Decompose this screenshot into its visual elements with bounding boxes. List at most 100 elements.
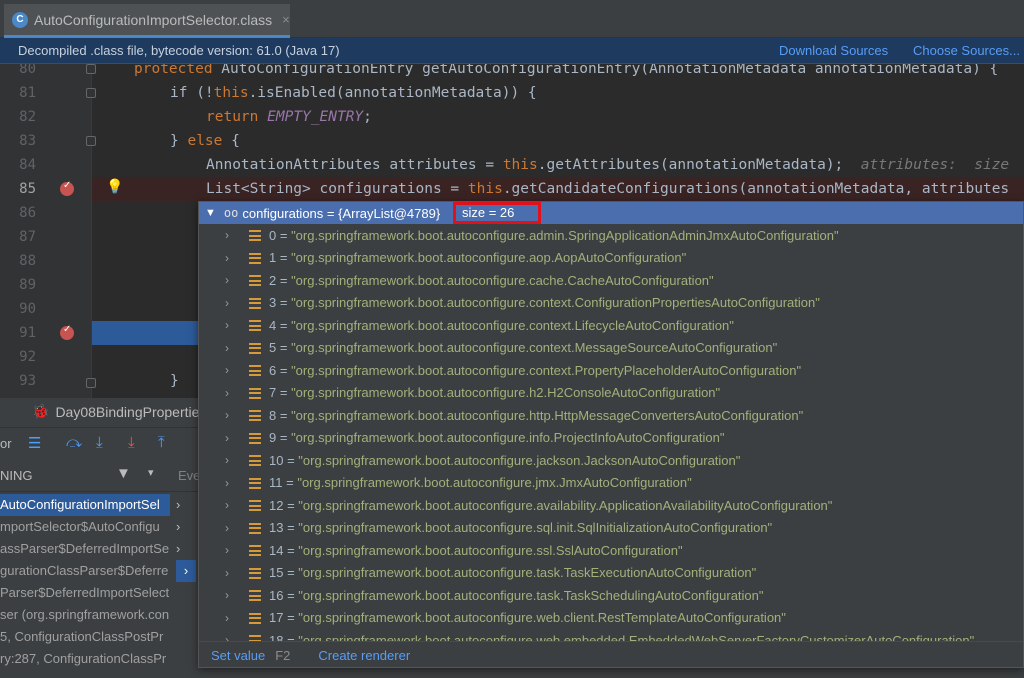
list-item[interactable]: › 14 = "org.springframework.boot.autoconf… [199, 539, 1023, 562]
step-over-icon[interactable]: ⤼ [66, 434, 82, 451]
chevron-right-icon[interactable]: › [225, 386, 229, 400]
item-index: 17 [269, 610, 284, 626]
chevron-right-icon[interactable]: › [176, 494, 196, 516]
chevron-right-icon[interactable]: › [225, 251, 229, 265]
item-value: "org.springframework.boot.autoconfigure.… [291, 430, 725, 446]
stack-frame[interactable]: assParser$DeferredImportSel [0, 538, 170, 560]
item-text: 9 = "org.springframework.boot.autoconfig… [269, 430, 725, 446]
item-value: "org.springframework.boot.autoconfigure.… [298, 542, 683, 558]
tab-debug-session[interactable]: 🐞 Day08BindingProperties [32, 403, 206, 420]
list-item[interactable]: › 11 = "org.springframework.boot.autoconf… [199, 472, 1023, 495]
breakpoint-icon[interactable] [60, 324, 74, 340]
chevron-down-icon[interactable]: ▾ [148, 466, 154, 479]
stack-frame[interactable]: Parser$DeferredImportSelect [0, 582, 170, 604]
item-value: "org.springframework.boot.autoconfigure.… [298, 610, 786, 626]
force-step-into-icon[interactable]: ⤓ [128, 434, 135, 451]
list-item[interactable]: › 1 = "org.springframework.boot.autoconfi… [199, 247, 1023, 270]
chevron-right-icon[interactable]: › [225, 408, 229, 422]
list-item[interactable]: › 12 = "org.springframework.boot.autoconf… [199, 494, 1023, 517]
popup-header-row[interactable]: ▼ oo configurations = {ArrayList@4789} s… [199, 202, 1023, 224]
field-list-icon [249, 612, 261, 624]
stack-frame[interactable]: ry:287, ConfigurationClassPr [0, 648, 170, 670]
item-value: "org.springframework.boot.autoconfigure.… [298, 565, 757, 581]
stack-frame[interactable]: ser (org.springframework.con [0, 604, 170, 626]
list-item[interactable]: › 13 = "org.springframework.boot.autoconf… [199, 517, 1023, 540]
show-execution-point-icon[interactable]: ☰ [28, 434, 41, 452]
chevron-right-icon[interactable]: › [225, 363, 229, 377]
fold-icon[interactable] [86, 88, 96, 98]
editor-tab-bar: C AutoConfigurationImportSelector.class … [0, 0, 1024, 38]
tab-autoconfigurationimportselector[interactable]: C AutoConfigurationImportSelector.class … [4, 4, 290, 38]
chevron-right-icon[interactable]: › [225, 566, 229, 580]
choose-sources-link[interactable]: Choose Sources... [913, 43, 1020, 58]
item-text: 12 = "org.springframework.boot.autoconfi… [269, 497, 833, 513]
code-line-81: if (!this.isEnabled(annotationMetadata))… [170, 85, 537, 101]
step-out-icon[interactable]: ⤒ [158, 434, 165, 451]
list-item[interactable]: › 7 = "org.springframework.boot.autoconfi… [199, 382, 1023, 405]
item-value: "org.springframework.boot.autoconfigure.… [297, 475, 692, 491]
filter-icon[interactable]: ▼ [116, 465, 131, 482]
list-item[interactable]: › 2 = "org.springframework.boot.autoconfi… [199, 269, 1023, 292]
set-value-link[interactable]: Set value [211, 648, 265, 663]
download-sources-link[interactable]: Download Sources [779, 43, 888, 58]
stack-frame[interactable]: AutoConfigurationImportSel [0, 494, 170, 516]
field-list-icon [249, 320, 261, 331]
execution-line-highlight [92, 321, 198, 345]
chevron-down-icon[interactable]: ▼ [205, 207, 216, 219]
chevron-right-icon[interactable]: › [176, 516, 196, 538]
step-into-icon[interactable]: ⤓ [96, 434, 103, 451]
debug-session-label: Day08BindingProperties [55, 403, 207, 420]
field-list-icon [249, 432, 261, 444]
close-icon[interactable]: × [282, 12, 290, 27]
fold-icon[interactable] [86, 378, 96, 388]
chevron-right-icon[interactable]: › [225, 431, 229, 445]
stack-frame[interactable]: 5, ConfigurationClassPostPr [0, 626, 170, 648]
inline-value-hint: attributes: size [860, 157, 1010, 173]
list-item[interactable]: › 6 = "org.springframework.boot.autoconfi… [199, 359, 1023, 382]
list-item[interactable]: › 15 = "org.springframework.boot.autoconf… [199, 562, 1023, 585]
list-item[interactable]: › 8 = "org.springframework.boot.autoconfi… [199, 404, 1023, 427]
list-item[interactable]: › 0 = "org.springframework.boot.autoconfi… [199, 224, 1023, 247]
fold-icon[interactable] [86, 136, 96, 146]
item-index: 11 [269, 475, 283, 491]
item-index: 16 [269, 587, 284, 603]
list-item[interactable]: › 5 = "org.springframework.boot.autoconfi… [199, 337, 1023, 360]
list-item[interactable]: › 9 = "org.springframework.boot.autoconfi… [199, 427, 1023, 450]
list-item[interactable]: › 17 = "org.springframework.boot.autoconf… [199, 607, 1023, 630]
fold-icon[interactable] [86, 64, 96, 74]
breakpoint-icon[interactable] [60, 180, 74, 196]
list-item[interactable]: › 4 = "org.springframework.boot.autoconfi… [199, 314, 1023, 337]
chevron-right-icon[interactable]: › [176, 560, 196, 582]
item-value: "org.springframework.boot.autoconfigure.… [298, 587, 764, 603]
chevron-right-icon[interactable]: › [225, 543, 229, 557]
chevron-right-icon[interactable]: › [176, 538, 196, 560]
class-file-icon: C [12, 11, 28, 28]
lightbulb-icon[interactable]: 💡 [106, 178, 123, 195]
create-renderer-link[interactable]: Create renderer [318, 648, 410, 663]
chevron-right-icon[interactable]: › [225, 453, 229, 467]
field-list-icon [249, 342, 261, 354]
item-text: 14 = "org.springframework.boot.autoconfi… [269, 542, 683, 558]
item-value: "org.springframework.boot.autoconfigure.… [298, 520, 773, 536]
line-number: 92 [19, 349, 36, 365]
item-value: "org.springframework.boot.autoconfigure.… [291, 340, 778, 356]
field-list-icon [249, 522, 261, 534]
chevron-right-icon[interactable]: › [225, 588, 229, 602]
chevron-right-icon[interactable]: › [225, 611, 229, 625]
stack-frame[interactable]: mportSelector$AutoConfigu [0, 516, 170, 538]
stack-frame[interactable]: gurationClassParser$Deferre [0, 560, 170, 582]
line-number: 80 [19, 64, 36, 77]
chevron-right-icon[interactable]: › [225, 476, 229, 490]
item-value: "org.springframework.boot.autoconfigure.… [291, 317, 734, 333]
chevron-right-icon[interactable]: › [225, 521, 229, 535]
chevron-right-icon[interactable]: › [225, 341, 229, 355]
chevron-right-icon[interactable]: › [225, 318, 229, 332]
list-item[interactable]: › 10 = "org.springframework.boot.autoconf… [199, 449, 1023, 472]
list-item[interactable]: › 16 = "org.springframework.boot.autoconf… [199, 584, 1023, 607]
line-number: 93 [19, 373, 36, 389]
chevron-right-icon[interactable]: › [225, 273, 229, 287]
chevron-right-icon[interactable]: › [225, 498, 229, 512]
chevron-right-icon[interactable]: › [225, 296, 229, 310]
list-item[interactable]: › 3 = "org.springframework.boot.autoconfi… [199, 292, 1023, 315]
chevron-right-icon[interactable]: › [225, 228, 229, 242]
